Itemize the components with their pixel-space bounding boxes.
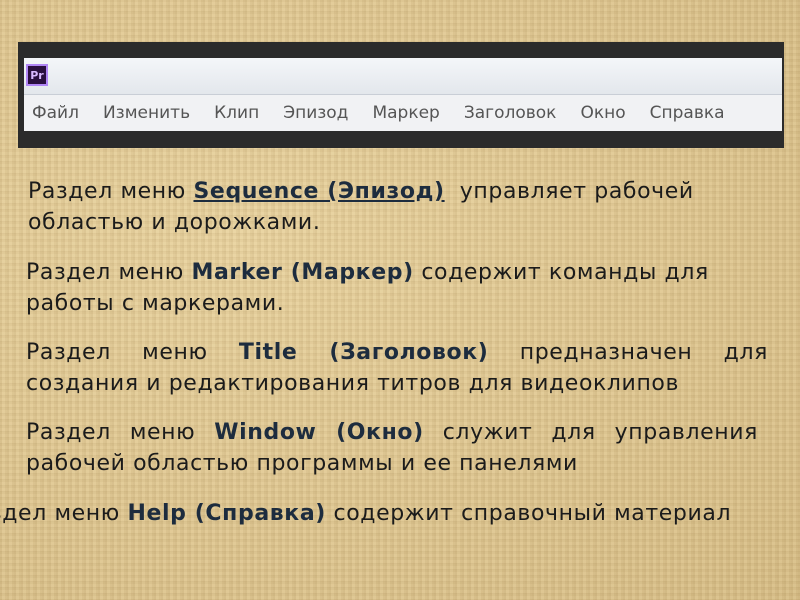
menu-file[interactable]: Файл (24, 95, 91, 131)
menu-title[interactable]: Заголовок (452, 95, 569, 131)
help-description: Раздел меню Help (Справка) содержит спра… (0, 498, 792, 529)
menu-sequence[interactable]: Эпизод (271, 95, 360, 131)
sequence-pre: Раздел меню (28, 179, 194, 204)
title-bar: Pr (24, 58, 782, 95)
marker-term: Marker (Маркер) (191, 260, 414, 285)
title-pre: Раздел меню (26, 340, 239, 365)
premiere-logo-icon: Pr (26, 64, 48, 86)
sequence-term: Sequence (Эпизод) (193, 179, 445, 204)
title-description: Раздел меню Title (Заголовок) предназнач… (26, 337, 768, 421)
menu-window[interactable]: Окно (568, 95, 637, 131)
menu-edit[interactable]: Изменить (91, 95, 202, 131)
window-term: Window (Окно) (214, 420, 424, 445)
window-description: Раздел меню Window (Окно) служит для упр… (26, 417, 758, 495)
menu-marker[interactable]: Маркер (360, 95, 451, 131)
marker-pre: Раздел меню (26, 260, 192, 285)
help-pre: Раздел меню (0, 501, 120, 526)
menu-bar: Файл Изменить Клип Эпизод Маркер Заголов… (24, 95, 782, 131)
menu-clip[interactable]: Клип (202, 95, 271, 131)
sequence-description: Раздел меню Sequence (Эпизод) управляет … (28, 176, 748, 238)
help-term: Help (Справка) (127, 501, 326, 526)
help-post: содержит справочный материал (325, 501, 732, 526)
menu-help[interactable]: Справка (638, 95, 737, 131)
help-clip: Раздел меню Help (Справка) содержит спра… (0, 490, 800, 534)
window-pre: Раздел меню (26, 420, 215, 445)
title-term: Title (Заголовок) (238, 340, 489, 365)
marker-description: Раздел меню Marker (Маркер) содержит ком… (26, 257, 766, 319)
